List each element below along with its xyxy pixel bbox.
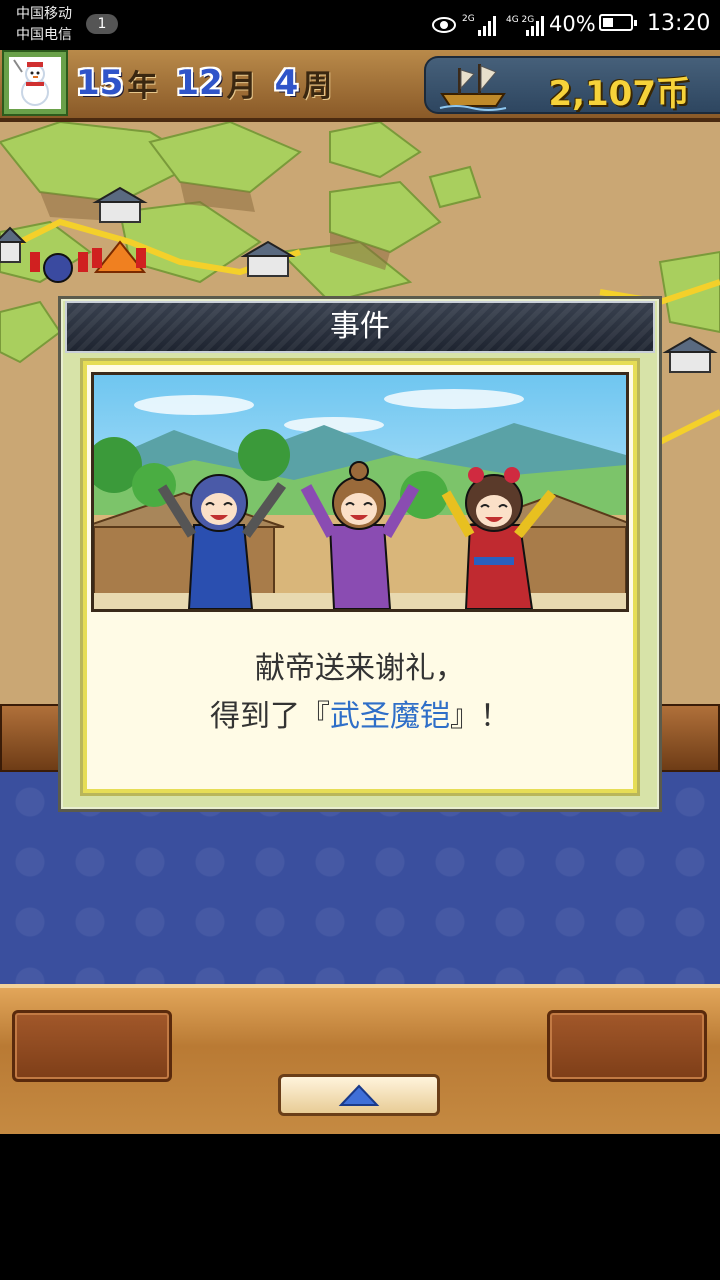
week-value: 4 — [274, 63, 299, 103]
snowman-icon — [9, 57, 61, 109]
battery-icon — [599, 14, 637, 31]
game-top-bar: 15 年 12 月 4 周 2,107币 — [0, 50, 720, 122]
side-panel-right — [660, 704, 720, 772]
signal-1-label: 2G — [462, 14, 475, 24]
status-bar: 中国移动 中国电信 1 2G 4G 2G 40% 13:20 — [0, 0, 720, 50]
message-line-1: 献帝送来谢礼， — [255, 651, 465, 686]
event-message: 献帝送来谢礼， 得到了『武圣魔铠』！ — [87, 645, 633, 741]
signal-icon-2: 4G 2G — [506, 15, 544, 36]
date-display: 15 年 12 月 4 周 — [72, 58, 346, 108]
bottom-console — [0, 984, 720, 1134]
side-panel-left — [0, 704, 60, 772]
notification-badge: 1 — [86, 14, 118, 34]
year-unit: 年 — [127, 69, 158, 104]
message-suffix: 』！ — [450, 699, 510, 734]
month-unit: 月 — [226, 69, 257, 104]
dialog-header: 事件 — [65, 301, 655, 353]
ship-icon — [439, 64, 507, 111]
triangle-up-icon — [338, 1084, 380, 1106]
dialog-title: 事件 — [330, 309, 390, 344]
eye-icon — [432, 17, 456, 33]
console-right-button[interactable] — [547, 1010, 707, 1082]
event-illustration — [91, 372, 629, 612]
message-line-2: 得到了『武圣魔铠』！ — [87, 693, 633, 741]
carrier-1: 中国移动 — [16, 6, 72, 22]
console-left-button[interactable] — [12, 1010, 172, 1082]
month-value: 12 — [175, 63, 223, 103]
battery-percent: 40% — [549, 12, 596, 36]
avatar-button[interactable] — [2, 50, 68, 116]
week-unit: 周 — [302, 69, 333, 104]
year-value: 15 — [76, 63, 124, 103]
signal-icon-1: 2G — [462, 14, 496, 36]
menu-up-button[interactable] — [278, 1074, 440, 1116]
reward-item-name: 武圣魔铠 — [330, 699, 450, 734]
message-prefix: 得到了『 — [210, 699, 330, 734]
dialog-body: 献帝送来谢礼， 得到了『武圣魔铠』！ — [83, 361, 637, 793]
carrier-2: 中国电信 — [16, 27, 72, 43]
battery-fill — [603, 18, 613, 27]
money-amount: 2,107币 — [548, 74, 690, 114]
signal-2-label: 4G 2G — [506, 15, 534, 25]
event-dialog[interactable]: 事件 献帝送来谢礼， 得到了『武圣魔铠』！ — [58, 296, 662, 812]
clock: 13:20 — [647, 11, 711, 36]
money-panel[interactable]: 2,107币 — [424, 56, 720, 114]
